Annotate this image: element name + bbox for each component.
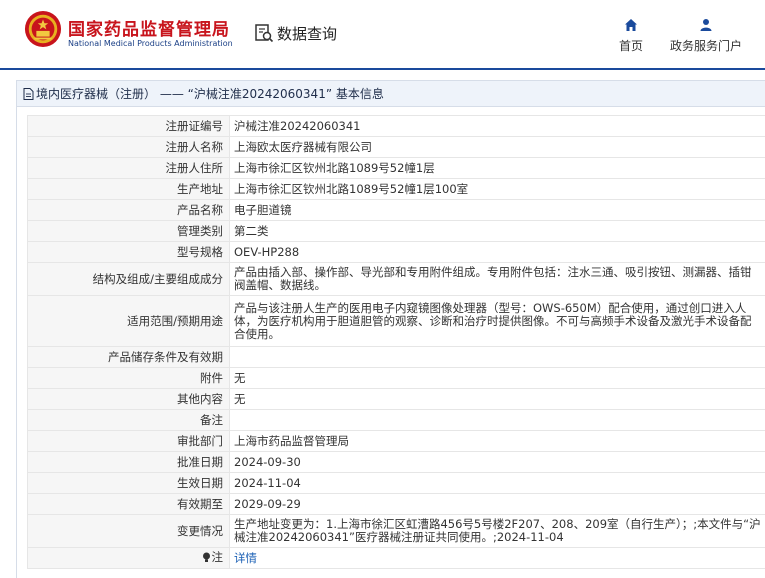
field-label: 生产地址 [27,178,230,200]
table-row: 注册人名称 上海欧太医疗器械有限公司 [27,136,765,158]
note-label-text: 注 [211,549,224,564]
field-value: 无 [229,367,765,389]
agency-name-en: National Medical Products Administration [68,39,233,48]
table-row: 结构及组成/主要组成成分 产品由插入部、操作部、导光部和专用附件组成。专用附件包… [27,262,765,296]
table-row: 产品储存条件及有效期 [27,346,765,368]
note-label: 注 [202,549,224,564]
table-row: 生产地址 上海市徐汇区钦州北路1089号52幢1层100室 [27,178,765,200]
document-search-icon [255,24,274,43]
details-link[interactable]: 详情 [234,551,257,565]
field-label: 批准日期 [27,451,230,473]
field-label: 产品储存条件及有效期 [27,346,230,368]
field-value: 2024-09-30 [229,451,765,473]
panel-title: 境内医疗器械（注册） —— “沪械注准20242060341” 基本信息 [36,87,384,101]
table-row: 注 详情 [27,547,765,569]
field-value: OEV-HP288 [229,241,765,263]
field-value: 上海市药品监督管理局 [229,430,765,452]
nav-home[interactable]: 首页 [616,18,646,54]
nav-home-label: 首页 [618,39,643,53]
table-row: 其他内容 无 [27,388,765,410]
table-row: 批准日期 2024-09-30 [27,451,765,473]
header-divider [0,68,765,70]
field-label: 注册证编号 [27,115,230,137]
field-label: 有效期至 [27,493,230,515]
field-value: 详情 [229,547,765,569]
field-label: 注册人名称 [27,136,230,158]
national-emblem-icon [24,10,62,48]
lightbulb-icon [202,552,210,562]
field-label: 适用范围/预期用途 [27,295,230,347]
table-row: 管理类别 第二类 [27,220,765,242]
user-icon [700,19,712,31]
field-label: 生效日期 [27,472,230,494]
field-label: 产品名称 [27,199,230,221]
field-value: 产品由插入部、操作部、导光部和专用附件组成。专用附件包括：注水三通、吸引按钮、测… [229,262,765,296]
field-value [229,346,765,368]
field-label: 管理类别 [27,220,230,242]
registration-info-table: 注册证编号 沪械注准20242060341 注册人名称 上海欧太医疗器械有限公司… [27,115,765,569]
field-label: 型号规格 [27,241,230,263]
field-value: 上海市徐汇区钦州北路1089号52幢1层 [229,157,765,179]
field-label: 其他内容 [27,388,230,410]
note-label-cell: 注 [27,547,230,569]
home-icon [625,19,637,31]
field-value: 沪械注准20242060341 [229,115,765,137]
field-label: 审批部门 [27,430,230,452]
data-query-link[interactable]: 数据查询 [254,22,337,44]
panel-title-bar: 境内医疗器械（注册） —— “沪械注准20242060341” 基本信息 [17,81,765,107]
site-header: 国家药品监督管理局 National Medical Products Admi… [0,0,765,68]
field-value: 无 [229,388,765,410]
field-value: 上海市徐汇区钦州北路1089号52幢1层100室 [229,178,765,200]
table-row: 生效日期 2024-11-04 [27,472,765,494]
field-value: 2029-09-29 [229,493,765,515]
table-row: 有效期至 2029-09-29 [27,493,765,515]
field-value: 2024-11-04 [229,472,765,494]
field-label: 备注 [27,409,230,431]
table-row: 审批部门 上海市药品监督管理局 [27,430,765,452]
table-row: 适用范围/预期用途 产品与该注册人生产的医用电子内窥镜图像处理器（型号：OWS-… [27,295,765,347]
table-row: 注册人住所 上海市徐汇区钦州北路1089号52幢1层 [27,157,765,179]
field-label: 变更情况 [27,514,230,548]
field-label: 结构及组成/主要组成成分 [27,262,230,296]
agency-name-cn: 国家药品监督管理局 [68,20,230,40]
data-query-label: 数据查询 [277,24,338,43]
nav-service-portal[interactable]: 政务服务门户 [668,18,744,54]
field-value: 上海欧太医疗器械有限公司 [229,136,765,158]
nav-service-portal-label: 政务服务门户 [669,39,742,53]
detail-panel: 境内医疗器械（注册） —— “沪械注准20242060341” 基本信息 注册证… [16,80,765,578]
document-icon [23,87,34,100]
field-value: 电子胆道镜 [229,199,765,221]
field-value: 产品与该注册人生产的医用电子内窥镜图像处理器（型号：OWS-650M）配合使用，… [229,295,765,347]
field-label: 注册人住所 [27,157,230,179]
field-value: 第二类 [229,220,765,242]
field-label: 附件 [27,367,230,389]
table-row: 产品名称 电子胆道镜 [27,199,765,221]
table-row: 型号规格 OEV-HP288 [27,241,765,263]
table-row: 备注 [27,409,765,431]
table-row: 注册证编号 沪械注准20242060341 [27,115,765,137]
table-row: 变更情况 生产地址变更为：1.上海市徐汇区虹漕路456号5号楼2F207、208… [27,514,765,548]
field-value: 生产地址变更为：1.上海市徐汇区虹漕路456号5号楼2F207、208、209室… [229,514,765,548]
table-row: 附件 无 [27,367,765,389]
field-value [229,409,765,431]
